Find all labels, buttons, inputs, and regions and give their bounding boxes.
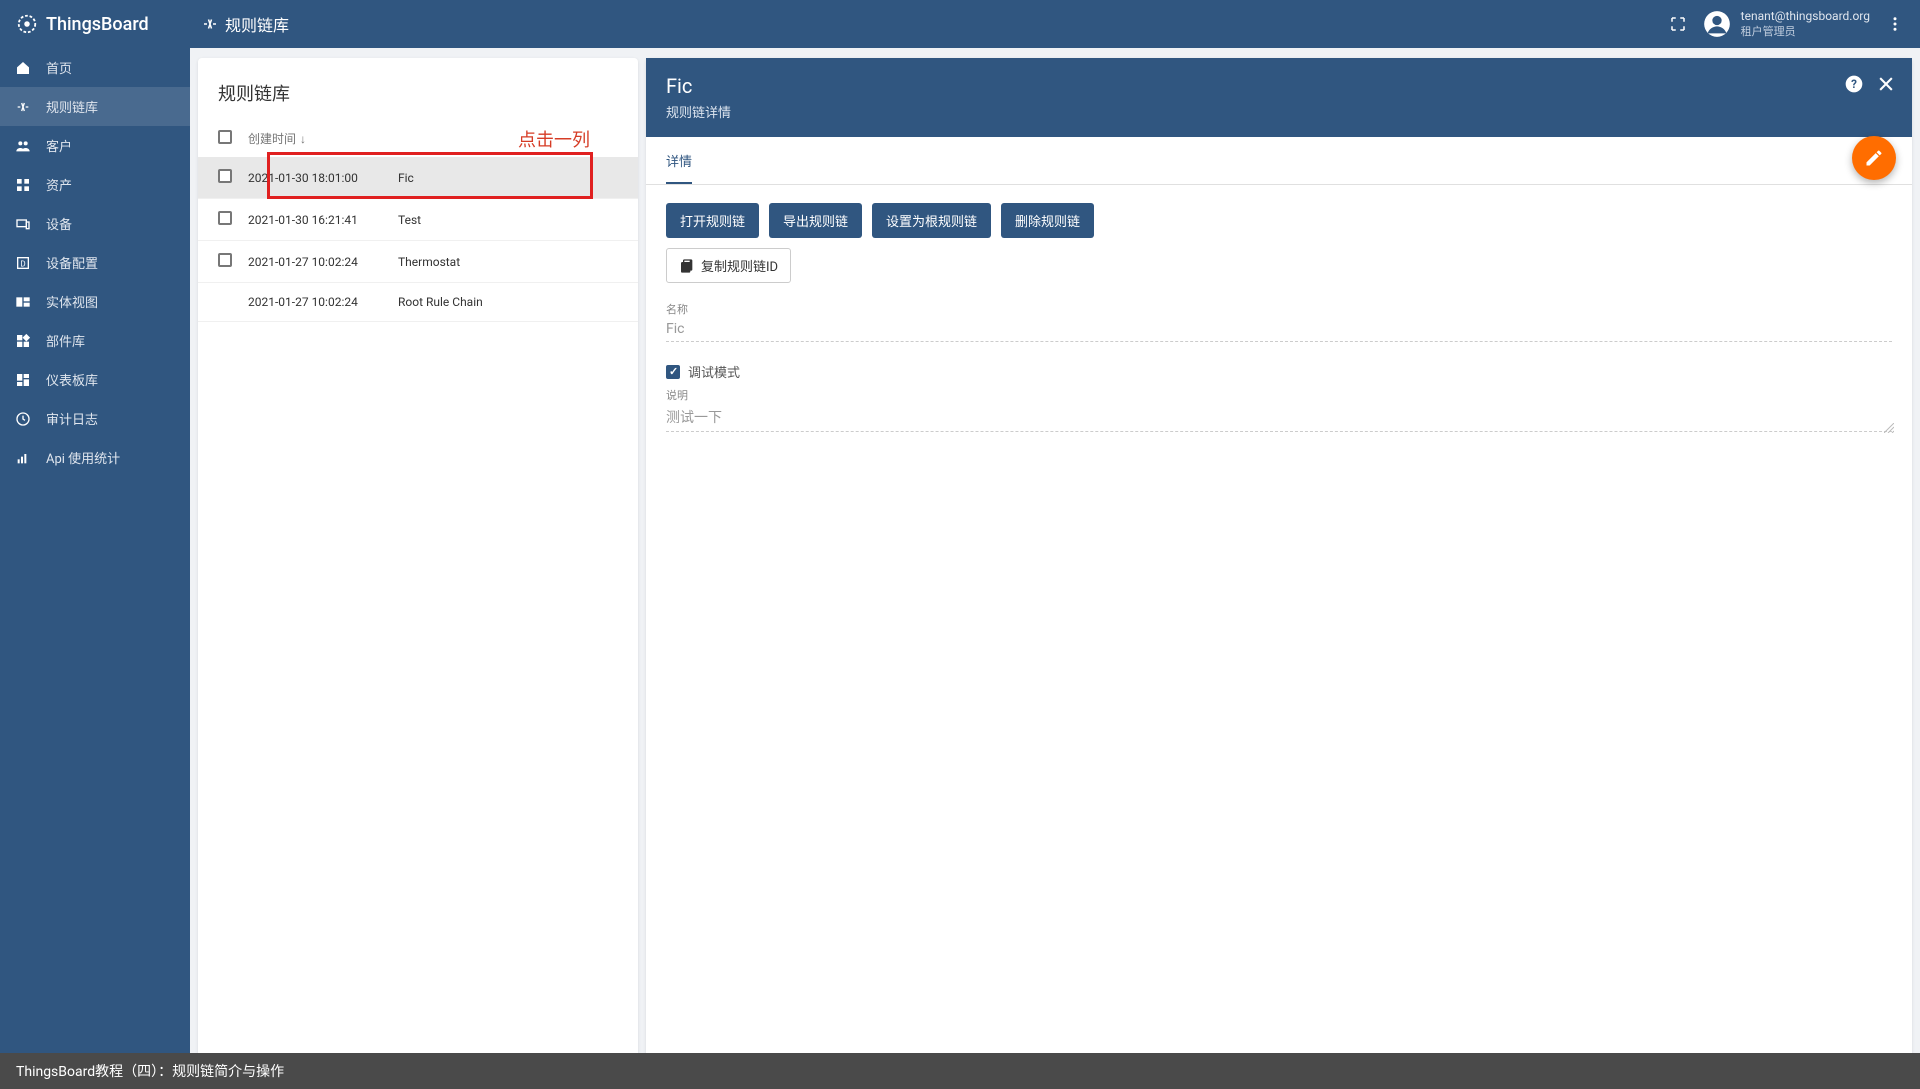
- row-checkbox[interactable]: [218, 169, 232, 183]
- column-time[interactable]: 创建时间 ↓: [248, 130, 398, 147]
- api-icon: [14, 450, 32, 466]
- export-rulechain-button[interactable]: 导出规则链: [769, 203, 862, 238]
- sidebar-item-label: 设备配置: [46, 253, 98, 272]
- home-icon: [14, 60, 32, 76]
- row-checkbox[interactable]: [218, 253, 232, 267]
- sidebar-item-audit[interactable]: 审计日志: [0, 399, 190, 438]
- cell-name: Test: [398, 213, 618, 227]
- sidebar-item-label: 首页: [46, 58, 72, 77]
- user-menu[interactable]: tenant@thingsboard.org 租户管理员: [1703, 9, 1870, 39]
- select-all-checkbox[interactable]: [218, 130, 232, 144]
- field-name-value: Fic: [666, 317, 1892, 342]
- cell-time: 2021-01-30 18:01:00: [248, 171, 398, 185]
- resize-handle-icon: [1884, 423, 1894, 433]
- cell-time: 2021-01-27 10:02:24: [248, 255, 398, 269]
- detail-header: Fic 规则链详情 ?: [646, 58, 1912, 137]
- sidebar-item-assets[interactable]: 资产: [0, 165, 190, 204]
- sidebar-item-label: 规则链库: [46, 97, 98, 116]
- cell-name: Thermostat: [398, 255, 618, 269]
- open-rulechain-button[interactable]: 打开规则链: [666, 203, 759, 238]
- close-icon[interactable]: [1876, 74, 1896, 94]
- app-name: ThingsBoard: [46, 14, 149, 35]
- sort-desc-icon: ↓: [300, 132, 306, 146]
- dashboards-icon: [14, 372, 32, 388]
- table-row[interactable]: 2021-01-30 16:21:41 Test: [198, 199, 638, 241]
- breadcrumb: 规则链库: [201, 12, 289, 36]
- annotation-text: 点击一列: [518, 126, 590, 152]
- sidebar-item-label: 客户: [46, 136, 72, 155]
- field-desc-label: 说明: [666, 387, 1892, 403]
- customers-icon: [14, 138, 32, 154]
- rulechain-list-card: 规则链库 创建时间 ↓ 点击一列 2021-01-30 18:01:00 Fic: [198, 58, 638, 1079]
- avatar-icon: [1703, 10, 1731, 38]
- audit-icon: [14, 411, 32, 427]
- widgets-icon: [14, 333, 32, 349]
- more-icon[interactable]: [1886, 15, 1904, 33]
- sidebar-item-label: 实体视图: [46, 292, 98, 311]
- app-logo: ThingsBoard: [16, 13, 191, 35]
- page-title: 规则链库: [225, 12, 289, 36]
- sidebar-item-label: Api 使用统计: [46, 448, 120, 467]
- sidebar-item-customers[interactable]: 客户: [0, 126, 190, 165]
- sidebar-item-label: 审计日志: [46, 409, 98, 428]
- topbar: ThingsBoard 规则链库 tenant@thingsboard.org …: [0, 0, 1920, 48]
- sidebar-item-label: 设备: [46, 214, 72, 233]
- detail-panel: Fic 规则链详情 ? 详情 打开规则链 导出规则链: [646, 58, 1912, 1079]
- row-checkbox[interactable]: [218, 211, 232, 225]
- tabs: 详情: [646, 139, 1912, 185]
- rulechain-icon: [201, 15, 219, 33]
- button-label: 复制规则链ID: [701, 256, 778, 275]
- table-row[interactable]: 2021-01-27 10:02:24 Thermostat: [198, 241, 638, 283]
- edit-button[interactable]: [1852, 136, 1896, 180]
- sidebar-item-widgets[interactable]: 部件库: [0, 321, 190, 360]
- sidebar-item-views[interactable]: 实体视图: [0, 282, 190, 321]
- cell-name: Root Rule Chain: [398, 295, 618, 309]
- cell-time: 2021-01-30 16:21:41: [248, 213, 398, 227]
- svg-text:D: D: [20, 259, 25, 268]
- sidebar-item-home[interactable]: 首页: [0, 48, 190, 87]
- fullscreen-icon[interactable]: [1669, 15, 1687, 33]
- sidebar-item-label: 资产: [46, 175, 72, 194]
- copy-id-button[interactable]: 复制规则链ID: [666, 248, 791, 283]
- rulechain-icon: [14, 99, 32, 115]
- cell-name: Fic: [398, 171, 618, 185]
- footer-caption: ThingsBoard教程（四）：规则链简介与操作: [0, 1053, 1920, 1089]
- detail-subtitle: 规则链详情: [666, 102, 1892, 121]
- delete-rulechain-button[interactable]: 删除规则链: [1001, 203, 1094, 238]
- sidebar-item-profiles[interactable]: D 设备配置: [0, 243, 190, 282]
- debug-checkbox[interactable]: [666, 365, 680, 379]
- sidebar-item-rulechain[interactable]: 规则链库: [0, 87, 190, 126]
- sidebar: 首页 规则链库 客户 资产 设备 D 设备配置 实体视图 部件库 仪表板库 审计日…: [0, 48, 190, 1089]
- card-title: 规则链库: [198, 58, 638, 120]
- sidebar-item-dashboards[interactable]: 仪表板库: [0, 360, 190, 399]
- clipboard-icon: [679, 258, 695, 274]
- assets-icon: [14, 177, 32, 193]
- user-email: tenant@thingsboard.org: [1741, 9, 1870, 25]
- views-icon: [14, 294, 32, 310]
- cell-time: 2021-01-27 10:02:24: [248, 295, 398, 309]
- profiles-icon: D: [14, 255, 32, 271]
- tab-details[interactable]: 详情: [666, 139, 692, 184]
- debug-label: 调试模式: [688, 362, 740, 381]
- user-role: 租户管理员: [1741, 25, 1870, 39]
- field-desc-value: 测试一下: [666, 410, 722, 426]
- table-header: 创建时间 ↓ 点击一列: [198, 120, 638, 157]
- field-name-label: 名称: [666, 301, 1892, 317]
- help-icon[interactable]: ?: [1844, 74, 1864, 94]
- devices-icon: [14, 216, 32, 232]
- logo-icon: [16, 13, 38, 35]
- svg-text:?: ?: [1851, 77, 1857, 91]
- sidebar-item-devices[interactable]: 设备: [0, 204, 190, 243]
- pencil-icon: [1864, 148, 1884, 168]
- detail-title: Fic: [666, 74, 1892, 98]
- table-row[interactable]: 2021-01-30 18:01:00 Fic: [198, 157, 638, 199]
- sidebar-item-label: 部件库: [46, 331, 85, 350]
- sidebar-item-label: 仪表板库: [46, 370, 98, 389]
- sidebar-item-api[interactable]: Api 使用统计: [0, 438, 190, 477]
- set-root-button[interactable]: 设置为根规则链: [872, 203, 991, 238]
- footer-text: ThingsBoard教程（四）：规则链简介与操作: [16, 1061, 284, 1081]
- table-row[interactable]: 2021-01-27 10:02:24 Root Rule Chain: [198, 283, 638, 322]
